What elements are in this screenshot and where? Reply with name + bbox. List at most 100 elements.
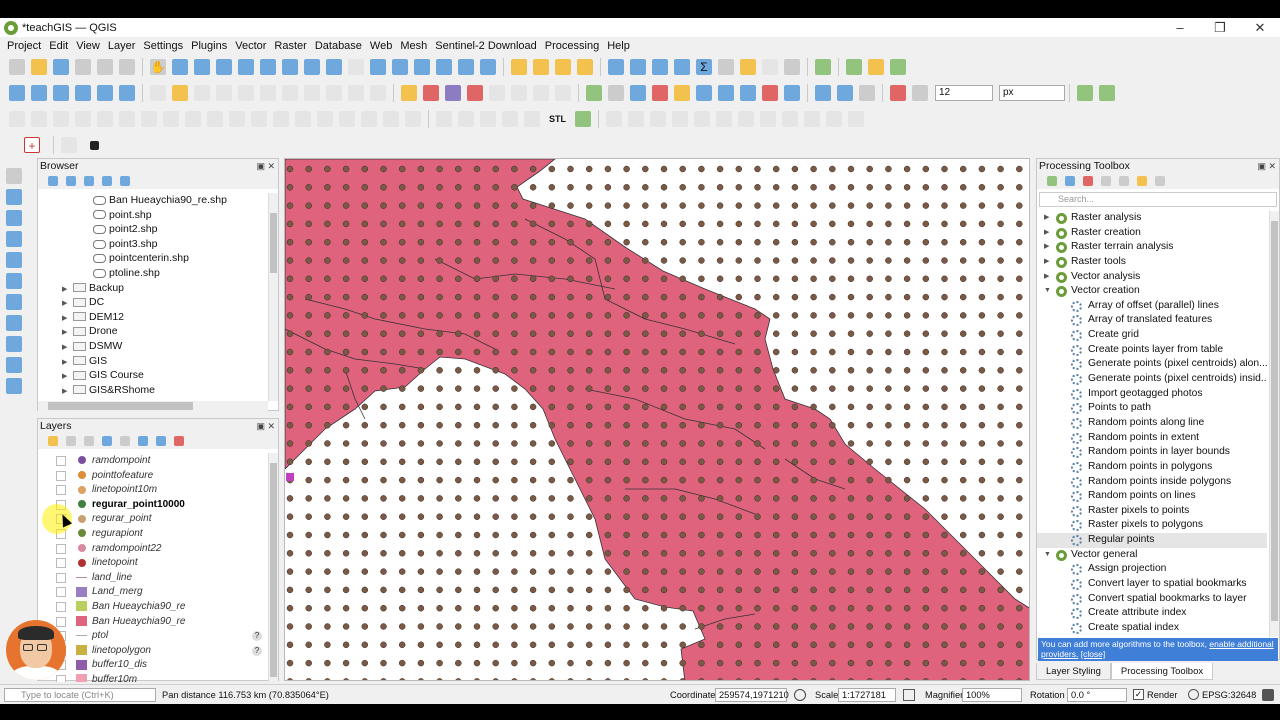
menu-project[interactable]: Project xyxy=(3,40,45,52)
remove-layer-icon[interactable] xyxy=(174,436,184,446)
algorithm-item[interactable]: Create attribute index xyxy=(1037,606,1267,621)
panel-close-icon[interactable]: ▣ ✕ xyxy=(256,159,275,173)
advanced-digitize-19-icon[interactable] xyxy=(405,111,421,127)
edit-features-in-place-icon[interactable] xyxy=(1119,176,1129,186)
browser-item[interactable]: ▶ DSMW xyxy=(38,339,268,354)
browser-item[interactable]: ▶ Backup xyxy=(38,281,268,296)
layer-item[interactable]: ramdompoint xyxy=(38,454,268,469)
browser-refresh-icon[interactable] xyxy=(66,176,76,186)
menu-plugins[interactable]: Plugins xyxy=(187,40,231,52)
advanced-digitize-10-icon[interactable] xyxy=(207,111,223,127)
processing-toolbox-icon[interactable] xyxy=(674,59,690,75)
label-show-icon[interactable] xyxy=(489,85,505,101)
processing-scrollbar[interactable] xyxy=(1269,211,1279,637)
measure-icon[interactable] xyxy=(718,59,734,75)
processing-group[interactable]: ▶ Raster analysis xyxy=(1037,211,1267,226)
add-wcs-icon[interactable] xyxy=(6,357,22,373)
menu-web[interactable]: Web xyxy=(366,40,396,52)
mesh-tool-9-icon[interactable] xyxy=(782,111,798,127)
stl-label[interactable]: STL xyxy=(549,114,566,124)
zoom-layer-icon[interactable] xyxy=(282,59,298,75)
algorithm-item[interactable]: Create spatial index xyxy=(1037,621,1267,636)
plugin-triangle-icon[interactable] xyxy=(586,85,602,101)
algorithm-item[interactable]: Convert layer to spatial bookmarks xyxy=(1037,577,1267,592)
data-source-manager-icon[interactable] xyxy=(9,85,25,101)
bookmark-icon[interactable] xyxy=(414,59,430,75)
algorithm-item[interactable]: Array of translated features xyxy=(1037,313,1267,328)
select-by-value-icon[interactable] xyxy=(533,59,549,75)
advanced-digitize-8-icon[interactable] xyxy=(163,111,179,127)
layer-visibility-checkbox[interactable] xyxy=(56,456,66,466)
layer-visibility-checkbox[interactable] xyxy=(56,543,66,554)
layer-style-icon[interactable] xyxy=(48,436,58,446)
new-temp-layer-icon[interactable] xyxy=(97,85,113,101)
snap-units-select[interactable]: px xyxy=(999,85,1065,101)
advanced-digitize-9-icon[interactable] xyxy=(185,111,201,127)
algorithm-item[interactable]: Raster pixels to polygons xyxy=(1037,518,1267,533)
map-tips-icon[interactable] xyxy=(740,59,756,75)
expand-arrow-icon[interactable]: ▶ xyxy=(62,385,70,400)
algorithm-item[interactable]: Raster pixels to points xyxy=(1037,504,1267,519)
mesh-tool-11-icon[interactable] xyxy=(826,111,842,127)
layer-visibility-checkbox[interactable] xyxy=(56,616,66,627)
menu-processing[interactable]: Processing xyxy=(541,40,603,52)
browser-item[interactable]: point3.shp xyxy=(38,237,268,252)
mesh-tool-2-icon[interactable] xyxy=(628,111,644,127)
add-wfs-icon[interactable] xyxy=(6,336,22,352)
layer-visibility-checkbox[interactable] xyxy=(56,558,66,569)
algorithm-item[interactable]: Regular points xyxy=(1037,533,1267,548)
menu-raster[interactable]: Raster xyxy=(270,40,310,52)
coordinate-field[interactable]: 259574,1971210 xyxy=(715,688,789,702)
redo-icon[interactable] xyxy=(370,85,386,101)
info-close-link[interactable]: [close] xyxy=(1081,649,1106,659)
browser-hscrollbar[interactable] xyxy=(38,401,268,411)
menu-layer[interactable]: Layer xyxy=(104,40,140,52)
minimize-button[interactable]: – xyxy=(1160,18,1200,37)
tab-processing-toolbox[interactable]: Processing Toolbox xyxy=(1110,663,1214,680)
menu-database[interactable]: Database xyxy=(311,40,366,52)
expand-arrow-icon[interactable]: ▼ xyxy=(1044,548,1051,563)
browser-item[interactable]: ▶ GIS xyxy=(38,354,268,369)
attribute-table-icon[interactable] xyxy=(630,59,646,75)
close-button[interactable]: ✕ xyxy=(1240,18,1280,37)
algorithm-item[interactable]: Points to path xyxy=(1037,401,1267,416)
mesh-tool-6-icon[interactable] xyxy=(716,111,732,127)
plugin-3-icon[interactable] xyxy=(890,59,906,75)
expand-arrow-icon[interactable]: ▶ xyxy=(1044,226,1049,241)
deselect-icon[interactable] xyxy=(555,59,571,75)
layer-item[interactable]: buffer10_dis xyxy=(38,658,268,673)
mesh-tool-4-icon[interactable] xyxy=(672,111,688,127)
algorithm-item[interactable]: Array of offset (parallel) lines xyxy=(1037,299,1267,314)
menu-sentinel-2-download[interactable]: Sentinel-2 Download xyxy=(431,40,541,52)
show-bookmarks-icon[interactable] xyxy=(436,59,452,75)
options-icon[interactable] xyxy=(1137,176,1147,186)
advanced-digitize-14-icon[interactable] xyxy=(295,111,311,127)
magnet-icon[interactable] xyxy=(890,85,906,101)
unknown-crs-icon[interactable]: ? xyxy=(252,631,262,642)
layer-item[interactable]: Land_merg xyxy=(38,585,268,600)
annotation-icon[interactable] xyxy=(762,59,778,75)
mesh-tool-12-icon[interactable] xyxy=(848,111,864,127)
shape-digitize-3-icon[interactable] xyxy=(480,111,496,127)
style-manager-icon[interactable] xyxy=(119,59,135,75)
mesh-tool-10-icon[interactable] xyxy=(804,111,820,127)
toggle-editing-icon[interactable] xyxy=(172,85,188,101)
shape-digitize-4-icon[interactable] xyxy=(502,111,518,127)
statistics-icon[interactable]: Σ xyxy=(696,59,712,75)
layer-visibility-checkbox[interactable] xyxy=(56,470,66,481)
add-wms-icon[interactable] xyxy=(6,315,22,331)
tracing-icon[interactable] xyxy=(1099,85,1115,101)
add-annotation-icon[interactable]: + xyxy=(24,137,40,153)
menu-edit[interactable]: Edit xyxy=(45,40,72,52)
processing-group[interactable]: ▶ Raster creation xyxy=(1037,226,1267,241)
add-mesh-icon[interactable] xyxy=(6,210,22,226)
advanced-digitize-3-icon[interactable] xyxy=(53,111,69,127)
algorithm-item[interactable]: Random points in polygons xyxy=(1037,460,1267,475)
advanced-digitize-6-icon[interactable] xyxy=(119,111,135,127)
advanced-digitize-18-icon[interactable] xyxy=(383,111,399,127)
algorithm-item[interactable]: Create grid xyxy=(1037,328,1267,343)
toggle-extents-icon[interactable] xyxy=(794,689,806,701)
browser-item[interactable]: pointcenterin.shp xyxy=(38,251,268,266)
browser-item[interactable]: ▶ DC xyxy=(38,295,268,310)
browser-item[interactable]: point.shp xyxy=(38,208,268,223)
